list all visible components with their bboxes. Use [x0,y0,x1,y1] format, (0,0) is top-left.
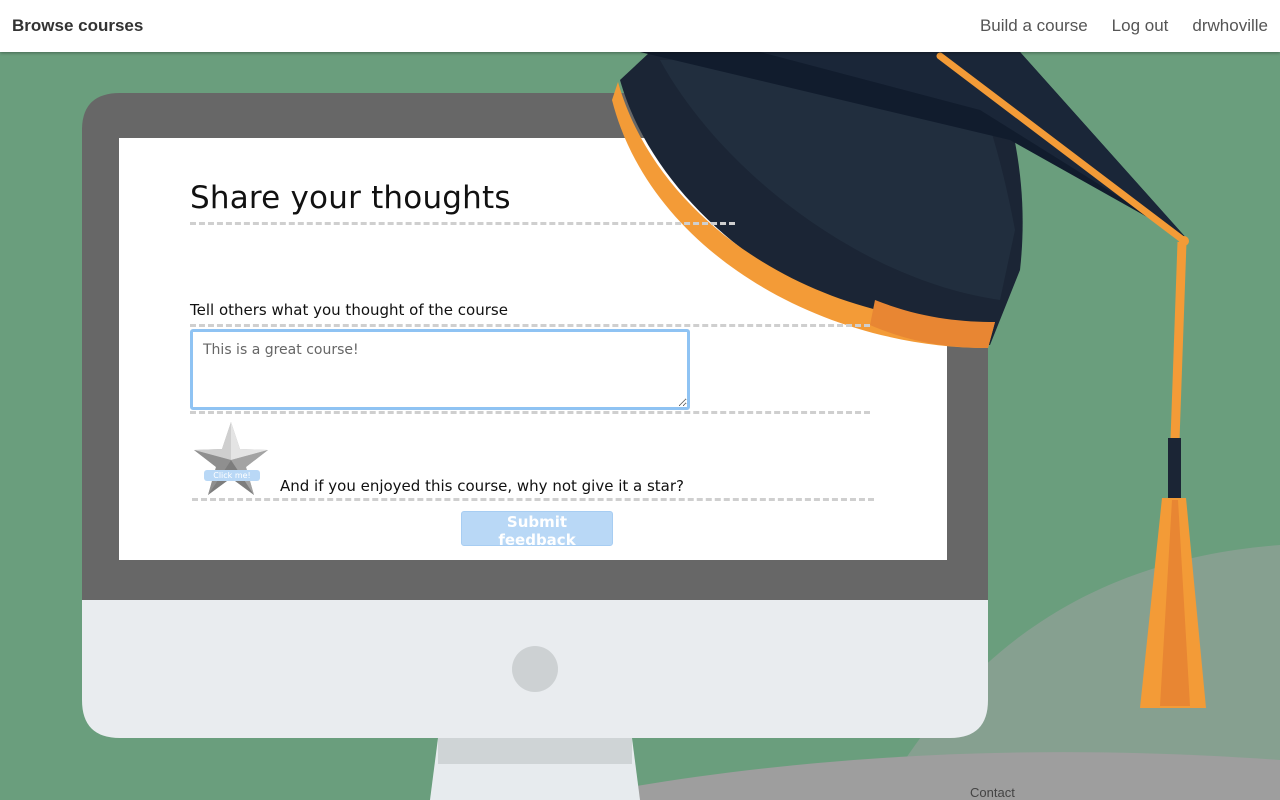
top-navbar: Browse courses Build a course Log out dr… [0,0,1280,52]
build-course-link[interactable]: Build a course [980,16,1088,36]
divider [190,324,870,327]
user-profile-link[interactable]: drwhoville [1192,16,1268,36]
feedback-form: Share your thoughts Tell others what you… [190,180,880,549]
browse-courses-link[interactable]: Browse courses [12,16,143,36]
submit-feedback-button[interactable]: Submit feedback [461,511,613,549]
title-divider [190,222,735,225]
star-icon [194,422,268,495]
star-click-badge: Click me! [204,470,260,481]
star-prompt-text: And if you enjoyed this course, why not … [280,477,685,495]
contact-link[interactable]: Contact [970,785,1015,800]
log-out-link[interactable]: Log out [1112,16,1169,36]
star-rating-button[interactable]: Click me! [192,420,270,498]
page-title: Share your thoughts [190,180,511,216]
feedback-label: Tell others what you thought of the cour… [190,301,508,319]
divider [190,411,870,414]
nav-links: Build a course Log out drwhoville [980,16,1268,36]
feedback-textarea[interactable] [190,329,690,410]
divider [192,498,874,501]
